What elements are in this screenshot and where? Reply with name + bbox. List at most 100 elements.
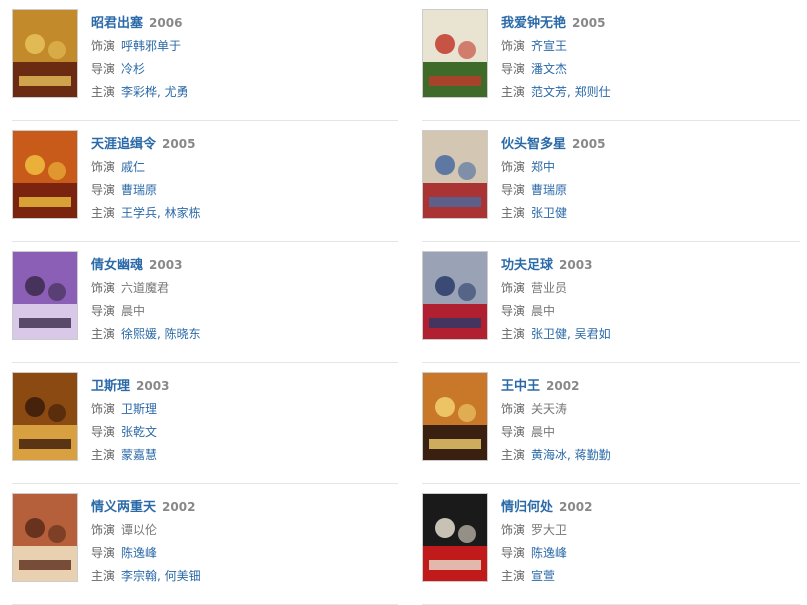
drama-title-link[interactable]: 功夫足球	[501, 258, 553, 273]
role-value[interactable]: 齐宣王	[531, 39, 567, 53]
drama-title-link[interactable]: 昭君出塞	[91, 16, 143, 31]
drama-list: 昭君出塞 2006 饰演 呼韩邪单于 导演 冷杉 主演 李彩桦, 尤勇 我爱钟无艳 2005 饰演齐…	[0, 0, 807, 605]
cast-member-link[interactable]: 郑则仕	[575, 85, 611, 99]
cast-member-link[interactable]: 王学兵	[121, 206, 157, 220]
director-line: 导演 曹瑞原	[501, 179, 605, 202]
cast-line: 主演 范文芳, 郑则仕	[501, 81, 611, 104]
cast-member-link[interactable]: 陈晓东	[165, 327, 201, 341]
cast-member-link[interactable]: 徐熙媛	[121, 327, 157, 341]
list-item: 昭君出塞 2006 饰演 呼韩邪单于 导演 冷杉 主演 李彩桦, 尤勇	[12, 0, 398, 121]
director-line: 导演 陈逸峰	[501, 542, 592, 565]
cast-member-link[interactable]: 何美钿	[165, 569, 201, 583]
title-line: 功夫足球 2003	[501, 254, 611, 277]
role-value[interactable]: 卫斯理	[121, 402, 157, 416]
director-value[interactable]: 陈逸峰	[531, 546, 567, 560]
director-value[interactable]: 陈逸峰	[121, 546, 157, 560]
cast-member-link[interactable]: 李彩桦	[121, 85, 157, 99]
role-label: 饰演	[501, 39, 526, 53]
role-label: 饰演	[501, 523, 526, 537]
cast-member-link[interactable]: 蒙嘉慧	[121, 448, 157, 462]
cast-member-link[interactable]: 黄海冰	[531, 448, 567, 462]
drama-title-link[interactable]: 王中王	[501, 379, 540, 394]
cast-label: 主演	[501, 85, 526, 99]
drama-title-link[interactable]: 天涯追缉令	[91, 137, 156, 152]
director-label: 导演	[91, 62, 116, 76]
director-value: 晨中	[121, 304, 146, 318]
cast-member-link[interactable]: 宣萱	[531, 569, 555, 583]
list-item: 情义两重天 2002 饰演 谭以伦 导演 陈逸峰 主演 李宗翰, 何美钿	[12, 484, 398, 605]
role-value[interactable]: 戚仁	[121, 160, 145, 174]
cast-member-link[interactable]: 蒋勤勤	[575, 448, 611, 462]
drama-title-link[interactable]: 伙头智多星	[501, 137, 566, 152]
list-item: 我爱钟无艳 2005 饰演 齐宣王 导演 潘文杰 主演 范文芳, 郑则仕	[422, 0, 800, 121]
role-value: 营业员	[531, 281, 568, 295]
role-value: 罗大卫	[531, 523, 568, 537]
director-line: 导演 张乾文	[91, 421, 169, 444]
cast-member-link[interactable]: 李宗翰	[121, 569, 157, 583]
poster-image[interactable]	[12, 130, 78, 219]
cast-member-link[interactable]: 吴君如	[575, 327, 611, 341]
cast-member-link[interactable]: 张卫健	[531, 206, 567, 220]
drama-title-link[interactable]: 情义两重天	[91, 500, 156, 515]
poster-image[interactable]	[12, 9, 78, 98]
role-line: 饰演 戚仁	[91, 156, 201, 179]
poster-image[interactable]	[422, 251, 488, 340]
poster-image[interactable]	[422, 493, 488, 582]
poster-image[interactable]	[422, 9, 488, 98]
role-line: 饰演 呼韩邪单于	[91, 35, 189, 58]
poster-image[interactable]	[422, 372, 488, 461]
year: 2002	[546, 379, 580, 393]
cast-member-link[interactable]: 范文芳	[531, 85, 567, 99]
director-value[interactable]: 潘文杰	[531, 62, 567, 76]
director-line: 导演 潘文杰	[501, 58, 611, 81]
list-item: 天涯追缉令 2005 饰演 戚仁 导演 曹瑞原 主演 王学兵, 林家栋	[12, 121, 398, 242]
role-value[interactable]: 郑中	[531, 160, 555, 174]
list-item: 倩女幽魂 2003 饰演 六道魔君 导演 晨中 主演 徐熙媛, 陈晓东	[12, 242, 398, 363]
poster-image[interactable]	[12, 251, 78, 340]
item-info: 功夫足球 2003 饰演 营业员 导演 晨中 主演 张卫健, 吴君如	[501, 254, 611, 346]
cast-label: 主演	[91, 569, 116, 583]
role-line: 饰演 齐宣王	[501, 35, 611, 58]
title-line: 伙头智多星 2005	[501, 133, 605, 156]
drama-title-link[interactable]: 情归何处	[501, 500, 553, 515]
drama-title-link[interactable]: 倩女幽魂	[91, 258, 143, 273]
director-value[interactable]: 曹瑞原	[531, 183, 567, 197]
poster-image[interactable]	[12, 493, 78, 582]
drama-title-link[interactable]: 我爱钟无艳	[501, 16, 566, 31]
poster-image[interactable]	[422, 130, 488, 219]
item-info: 我爱钟无艳 2005 饰演 齐宣王 导演 潘文杰 主演 范文芳, 郑则仕	[501, 12, 611, 104]
director-value: 晨中	[531, 425, 556, 439]
director-label: 导演	[501, 183, 526, 197]
role-value[interactable]: 呼韩邪单于	[121, 39, 181, 53]
director-label: 导演	[501, 546, 526, 560]
cast-separator: ,	[157, 569, 165, 583]
cast-member-link[interactable]: 尤勇	[165, 85, 189, 99]
cast-member-link[interactable]: 张卫健	[531, 327, 567, 341]
director-line: 导演 曹瑞原	[91, 179, 201, 202]
poster-image[interactable]	[12, 372, 78, 461]
list-item: 卫斯理 2003 饰演 卫斯理 导演 张乾文 主演 蒙嘉慧	[12, 363, 398, 484]
director-value[interactable]: 张乾文	[121, 425, 157, 439]
cast-separator: ,	[567, 448, 575, 462]
role-label: 饰演	[91, 402, 116, 416]
cast-label: 主演	[91, 448, 116, 462]
cast-separator: ,	[567, 85, 575, 99]
cast-separator: ,	[567, 327, 575, 341]
cast-member-link[interactable]: 林家栋	[165, 206, 201, 220]
role-value: 关天涛	[531, 402, 568, 416]
item-info: 卫斯理 2003 饰演 卫斯理 导演 张乾文 主演 蒙嘉慧	[91, 375, 169, 467]
title-line: 倩女幽魂 2003	[91, 254, 201, 277]
director-value[interactable]: 冷杉	[121, 62, 145, 76]
drama-title-link[interactable]: 卫斯理	[91, 379, 130, 394]
year: 2005	[162, 137, 196, 151]
cast-line: 主演 张卫健	[501, 202, 605, 225]
role-label: 饰演	[91, 160, 116, 174]
role-value: 六道魔君	[121, 281, 170, 295]
list-item: 情归何处 2002 饰演 罗大卫 导演 陈逸峰 主演 宣萱	[422, 484, 800, 605]
cast-line: 主演 王学兵, 林家栋	[91, 202, 201, 225]
director-value[interactable]: 曹瑞原	[121, 183, 157, 197]
year: 2006	[149, 16, 183, 30]
role-label: 饰演	[91, 39, 116, 53]
list-item: 功夫足球 2003 饰演 营业员 导演 晨中 主演 张卫健, 吴君如	[422, 242, 800, 363]
role-label: 饰演	[501, 402, 526, 416]
